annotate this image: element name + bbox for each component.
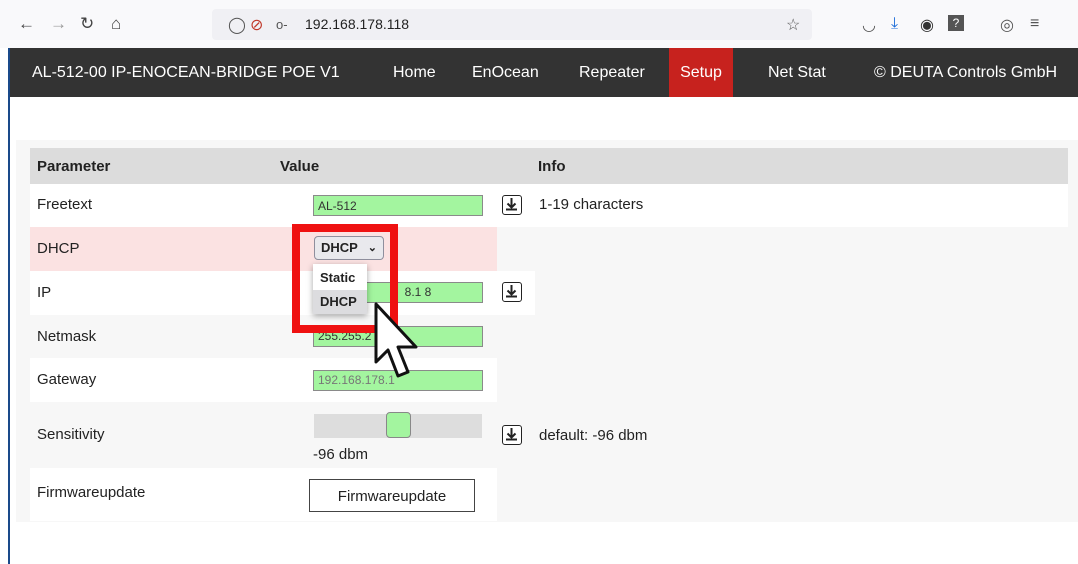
mouse-pointer-icon — [374, 302, 418, 378]
help-icon[interactable]: ? — [948, 15, 964, 31]
info-sensitivity: default: -96 dbm — [539, 427, 648, 444]
extension-icon[interactable]: ◉ — [920, 15, 934, 35]
home-icon[interactable]: ⌂ — [111, 15, 121, 33]
nav-enocean[interactable]: EnOcean — [472, 48, 539, 97]
browser-toolbar: ← → ↻ ⌂ ◯ ⊘ o‑ 192.168.178.118 ☆ ◡ ⤓ ◉ ?… — [0, 0, 1078, 48]
label-ip: IP — [37, 284, 52, 301]
url-bar[interactable] — [212, 9, 812, 40]
table-header: Parameter Value Info — [30, 148, 1068, 184]
forward-arrow-icon[interactable]: → — [50, 15, 67, 33]
page-edge — [8, 48, 10, 564]
url-text[interactable]: 192.168.178.118 — [305, 16, 409, 32]
sensitivity-value: -96 dbm — [313, 446, 369, 463]
header-value: Value — [280, 158, 320, 175]
permissions-icon[interactable]: ⊘ — [250, 15, 263, 35]
pocket-icon[interactable]: ◡ — [862, 15, 876, 35]
save-ip-icon[interactable] — [502, 282, 522, 302]
brand-title: AL-512-00 IP-ENOCEAN-BRIDGE POE V1 — [32, 64, 340, 81]
table-row-dhcp — [30, 227, 497, 271]
label-dhcp: DHCP — [37, 240, 80, 257]
sensitivity-slider-thumb[interactable] — [386, 412, 411, 438]
label-freetext: Freetext — [37, 196, 93, 213]
info-freetext: 1-19 characters — [539, 196, 644, 213]
nav-net-stat[interactable]: Net Stat — [768, 48, 826, 97]
label-gateway: Gateway — [37, 371, 97, 388]
nav-repeater[interactable]: Repeater — [579, 48, 645, 97]
back-arrow-icon[interactable]: ← — [18, 15, 35, 33]
key-icon: o‑ — [276, 17, 288, 32]
save-sensitivity-icon[interactable] — [502, 425, 522, 445]
header-parameter: Parameter — [37, 158, 111, 175]
copyright: © DEUTA Controls GmbH — [874, 64, 1058, 81]
bookmark-star-icon[interactable]: ☆ — [786, 15, 800, 35]
nav-setup[interactable]: Setup — [669, 48, 733, 97]
nav-bar: AL-512-00 IP-ENOCEAN-BRIDGE POE V1 Home … — [10, 48, 1078, 97]
download-icon[interactable]: ⤓ — [891, 15, 898, 33]
reload-icon[interactable]: ↻ — [80, 15, 94, 33]
menu-icon[interactable]: ≡ — [1030, 15, 1039, 33]
label-sensitivity: Sensitivity — [37, 426, 105, 443]
account-icon[interactable]: ◎ — [1000, 15, 1014, 35]
label-netmask: Netmask — [37, 328, 97, 345]
freetext-input[interactable] — [313, 195, 483, 216]
firmwareupdate-button[interactable]: Firmwareupdate — [309, 479, 475, 512]
header-info: Info — [538, 158, 566, 175]
shield-icon[interactable]: ◯ — [228, 15, 246, 35]
label-firmwareupdate: Firmwareupdate — [37, 484, 146, 501]
nav-home[interactable]: Home — [393, 48, 436, 97]
save-freetext-icon[interactable] — [502, 195, 522, 215]
